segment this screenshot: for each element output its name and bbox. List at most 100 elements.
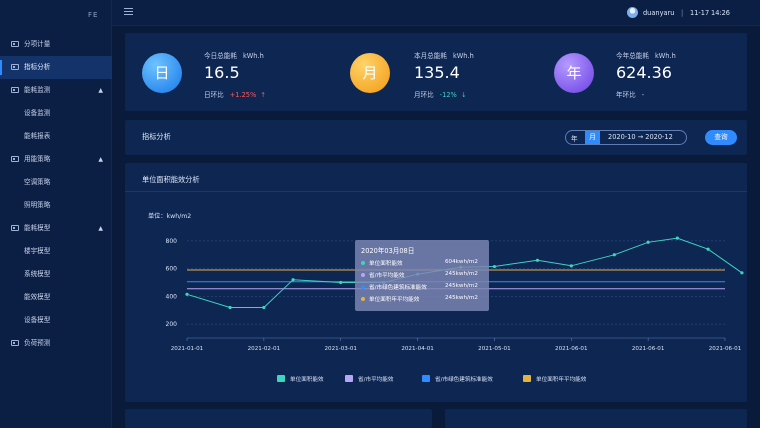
data-point: [228, 305, 232, 310]
chart-tooltip: 2020年03月08日 单位面积能效 604kwh/m2 省/市平均能效 245kw…: [355, 240, 489, 311]
header-separator: |: [681, 9, 684, 17]
tooltip-row: 省/市平均能效 245kwh/m2: [361, 271, 485, 281]
sidebar-item-label: 系统模型: [24, 270, 51, 278]
kpi-title: 今年总能耗 kWh.h: [616, 52, 676, 60]
filter-panel: 指标分析 年 月 2020-10 → 2020-12 查询: [125, 120, 747, 155]
data-point: [740, 271, 744, 275]
trend-down-value: -12%: [439, 91, 457, 99]
sidebar-item[interactable]: 空调策略: [0, 171, 112, 194]
top-header: duanyaru | 11-17 14:26: [112, 0, 760, 26]
sidebar-item-label: 能耗模型: [24, 224, 51, 232]
x-tick-label: 2021-03-01: [324, 346, 357, 352]
kpi-monthly: 月 本月总能耗 kWh.h 135.4 月环比 -12% ↓: [335, 33, 535, 111]
data-point: [535, 258, 540, 262]
sidebar-item-label: 能耗报表: [24, 132, 51, 140]
sidebar-item-label: 负荷预测: [24, 339, 51, 347]
section-title: 指标分析: [142, 132, 171, 141]
kpi-compare: 年环比 -: [616, 91, 645, 99]
sidebar-item[interactable]: 能耗报表: [0, 125, 112, 148]
x-tick-label: 2021-05-01: [478, 346, 511, 352]
kpi-daily: 日 今日总能耗 kWh.h 16.5 日环比 +1.25% ↑: [125, 33, 325, 111]
sidebar-item[interactable]: 分项计量: [0, 33, 112, 56]
sidebar-item-label: 设备模型: [24, 316, 51, 324]
data-point: [569, 264, 573, 268]
arrow-down-icon: ↓: [460, 91, 467, 99]
menu-toggle-icon[interactable]: [124, 8, 133, 16]
sidebar-item[interactable]: 设备监测: [0, 102, 112, 125]
sidebar-item[interactable]: 能效模型: [0, 286, 112, 309]
sidebar-item-label: 楼宇模型: [24, 247, 51, 255]
tooltip-date: 2020年03月08日: [361, 247, 415, 255]
yearly-badge: 年: [554, 53, 594, 93]
kpi-compare: 日环比 +1.25% ↑: [204, 91, 266, 99]
bottom-panel-left: [125, 409, 432, 428]
sidebar-item[interactable]: 系统模型: [0, 263, 112, 286]
sidebar-nav: 分项计量 指标分析 能耗监测 ▲ 设备监测 能耗报表 用能策略 ▲ 空调策略 照明策略 能耗模型 ▲ 楼…: [0, 33, 112, 355]
sidebar-item-label: 用能策略: [24, 155, 51, 163]
sidebar-item-label: 能效模型: [24, 293, 51, 301]
data-point: [675, 236, 679, 240]
y-tick-label: 600: [166, 266, 178, 273]
period-selector: 年 月 2020-10 → 2020-12: [565, 130, 687, 145]
trend-up-value: +1.25%: [229, 91, 257, 99]
sidebar-item[interactable]: 设备模型: [0, 309, 112, 332]
sidebar-item[interactable]: 楼宇模型: [0, 240, 112, 263]
data-point: [612, 253, 616, 257]
sidebar-item-label: 能耗监测: [24, 86, 51, 94]
y-tick-label: 400: [166, 293, 178, 300]
arrow-up-icon: ↑: [260, 91, 266, 99]
sidebar-item-label: 照明策略: [24, 201, 51, 209]
data-point: [185, 292, 189, 296]
kpi-title: 本月总能耗 kWh.h: [414, 52, 474, 60]
sidebar-item-label: 设备监测: [24, 109, 51, 117]
monthly-badge: 月: [350, 53, 390, 93]
kpi-yearly: 年 今年总能耗 kWh.h 624.36 年环比 -: [537, 33, 737, 111]
meter-icon: [11, 41, 19, 47]
query-button[interactable]: 查询: [705, 130, 737, 145]
chevron-up-icon: ▲: [98, 156, 103, 163]
x-tick-label: 2021-06-01: [555, 346, 588, 352]
sidebar-item-label: 分项计量: [24, 40, 51, 48]
trend-flat-value: -: [641, 91, 645, 99]
data-point: [262, 305, 266, 310]
y-tick-label: 200: [166, 321, 178, 328]
model-icon: [11, 225, 19, 231]
sidebar-item[interactable]: 能耗模型 ▲: [0, 217, 112, 240]
monitor-icon: [11, 87, 19, 93]
sidebar-item[interactable]: 能耗监测 ▲: [0, 79, 112, 102]
tooltip-row: 单位面积年平均能效 245kwh/m2: [361, 295, 485, 305]
x-tick-label: 2021-04-01: [401, 346, 434, 352]
kpi-compare: 月环比 -12% ↓: [414, 91, 467, 99]
kpi-value: 135.4: [414, 63, 460, 82]
data-point: [492, 264, 497, 269]
daily-badge: 日: [142, 53, 182, 93]
tooltip-row: 单位面积能效 604kwh/m2: [361, 259, 485, 269]
tooltip-row: 省/市绿色建筑标准能效 245kwh/m2: [361, 283, 485, 293]
sidebar-item[interactable]: 指标分析: [0, 56, 112, 79]
header-date: 11-17: [690, 9, 710, 17]
data-point: [706, 247, 710, 251]
date-range-picker[interactable]: 2020-10 → 2020-12: [608, 133, 673, 141]
sidebar-item[interactable]: 用能策略 ▲: [0, 148, 112, 171]
month-toggle[interactable]: 月: [585, 131, 600, 144]
header-time: 14:26: [711, 9, 731, 17]
data-point: [339, 280, 343, 285]
x-tick-label: 2021-01-01: [171, 346, 204, 352]
kpi-panel: 日 今日总能耗 kWh.h 16.5 日环比 +1.25% ↑ 月 本月总能耗 kWh…: [125, 33, 747, 111]
sidebar-item[interactable]: 负荷预测: [0, 332, 112, 355]
y-tick-label: 800: [166, 238, 178, 245]
sidebar-item-label: 空调策略: [24, 178, 51, 186]
kpi-title: 今日总能耗 kWh.h: [204, 52, 264, 60]
chevron-up-icon: ▲: [98, 225, 103, 232]
logo-mark: FE: [88, 11, 99, 19]
user-avatar[interactable]: [627, 7, 638, 18]
x-tick-label: 2021-06-01: [632, 346, 665, 352]
x-tick-label: 2021-02-01: [248, 346, 281, 352]
sidebar-item[interactable]: 照明策略: [0, 194, 112, 217]
kpi-value: 16.5: [204, 63, 240, 82]
chart-icon: [11, 64, 19, 70]
strategy-icon: [11, 156, 19, 162]
user-name[interactable]: duanyaru: [643, 9, 674, 17]
year-toggle[interactable]: 年: [571, 133, 578, 143]
sidebar-item-label: 指标分析: [24, 63, 51, 71]
